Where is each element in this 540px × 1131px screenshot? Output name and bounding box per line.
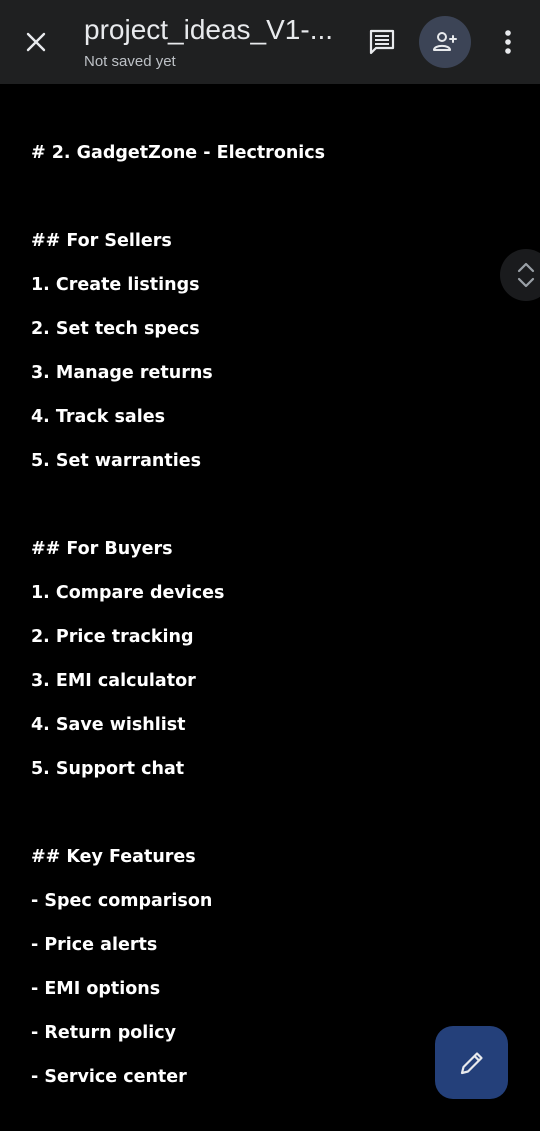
section-heading: ## For Sellers <box>31 231 172 251</box>
list-item: 4. Track sales <box>31 407 165 427</box>
list-item: 5. Support chat <box>31 759 185 779</box>
document-title-area: project_ideas_V1-... Not saved yet <box>84 12 349 72</box>
list-item: 2. Set tech specs <box>31 319 200 339</box>
list-item: 1. Compare devices <box>31 583 225 603</box>
fast-scroll-handle[interactable] <box>500 249 540 301</box>
list-item: - Price alerts <box>31 935 158 955</box>
comment-icon <box>369 29 395 55</box>
section-heading: ## For Buyers <box>31 539 173 559</box>
save-status: Not saved yet <box>84 53 176 70</box>
document-body[interactable]: # 2. GadgetZone - Electronics ## For Sell… <box>31 131 491 1099</box>
document-title[interactable]: project_ideas_V1-... <box>84 12 349 48</box>
more-options-button[interactable] <box>488 22 528 62</box>
section-heading: ## Key Features <box>31 847 196 867</box>
edit-fab[interactable] <box>435 1026 508 1099</box>
top-app-bar: project_ideas_V1-... Not saved yet <box>0 0 540 84</box>
share-button[interactable] <box>419 16 471 68</box>
add-person-icon <box>433 32 457 51</box>
list-item: - Spec comparison <box>31 891 213 911</box>
list-item: - Return policy <box>31 1023 177 1043</box>
comments-button[interactable] <box>362 22 402 62</box>
edit-pencil-icon <box>460 1051 483 1074</box>
more-vert-icon <box>505 30 511 54</box>
scroll-up-down-icon <box>517 262 535 288</box>
list-item: 1. Create listings <box>31 275 200 295</box>
list-item: - Service center <box>31 1067 187 1087</box>
list-item: 3. EMI calculator <box>31 671 196 691</box>
list-item: 2. Price tracking <box>31 627 194 647</box>
close-button[interactable] <box>16 22 56 62</box>
list-item: 3. Manage returns <box>31 363 213 383</box>
list-item: 4. Save wishlist <box>31 715 186 735</box>
list-item: - EMI options <box>31 979 161 999</box>
document-heading: # 2. GadgetZone - Electronics <box>31 143 326 163</box>
close-icon <box>26 32 46 52</box>
list-item: 5. Set warranties <box>31 451 202 471</box>
